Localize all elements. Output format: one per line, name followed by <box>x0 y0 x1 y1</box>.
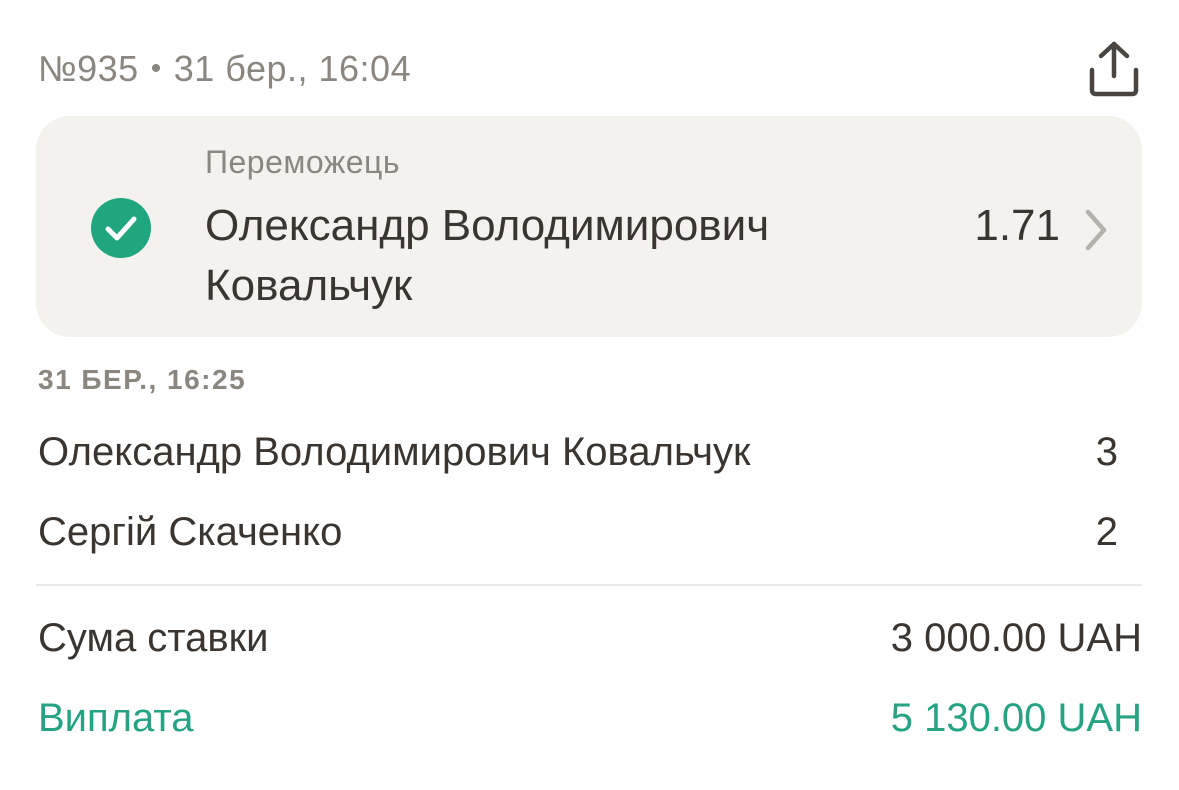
payout-value: 5 130.00 UAH <box>890 696 1142 740</box>
bet-header: №935 • 31 бер., 16:04 <box>38 46 411 92</box>
winner-card[interactable]: Переможець Олександр Володимирович Ковал… <box>36 116 1142 337</box>
divider <box>36 584 1142 586</box>
result-date: 31 БЕР., 16:25 <box>38 364 247 395</box>
player-score: 3 <box>1095 430 1118 474</box>
stake-value: 3 000.00 UAH <box>890 616 1142 660</box>
bet-date: 31 бер., 16:04 <box>173 48 412 89</box>
winner-label: Переможець <box>205 144 401 180</box>
winner-odds: 1.71 <box>974 201 1060 250</box>
share-icon[interactable] <box>1086 40 1142 98</box>
player-name: Сергій Скаченко <box>38 510 343 554</box>
score-row: Олександр Володимирович Ковальчук 3 <box>38 430 1118 480</box>
winner-name: Олександр Володимирович Ковальчук <box>205 201 770 310</box>
player-score: 2 <box>1095 510 1118 554</box>
header-separator: • <box>150 52 162 85</box>
chevron-right-icon <box>1085 209 1107 251</box>
stake-label: Сума ставки <box>38 616 269 660</box>
check-circle-icon <box>91 198 151 258</box>
payout-row: Виплата 5 130.00 UAH <box>38 696 1142 746</box>
stake-row: Сума ставки 3 000.00 UAH <box>38 616 1142 666</box>
score-row: Сергій Скаченко 2 <box>38 510 1118 560</box>
bet-number: №935 <box>38 48 139 89</box>
player-name: Олександр Володимирович Ковальчук <box>38 430 751 474</box>
payout-label: Виплата <box>38 696 194 740</box>
